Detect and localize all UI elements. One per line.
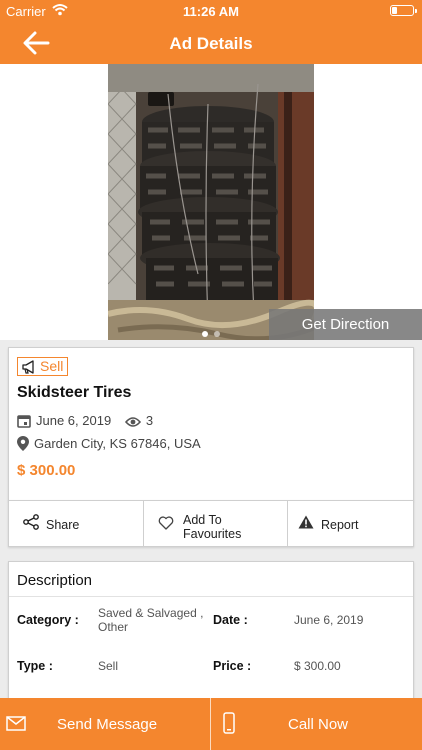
image-gallery[interactable]: Get Direction: [0, 64, 422, 340]
view-count: 3: [145, 413, 154, 428]
description-title: Description: [17, 572, 93, 589]
app-header: Carrier 11:26 AM Ad Details: [0, 0, 422, 64]
ad-title: Skidsteer Tires: [17, 384, 132, 401]
category-label: Category :: [17, 613, 79, 627]
envelope-icon: [6, 716, 26, 731]
price-value: $ 300.00: [294, 659, 341, 673]
phone-icon: [223, 712, 235, 734]
report-label: Report: [321, 518, 359, 532]
share-button[interactable]: Share: [9, 501, 144, 546]
date-row: June 6, 2019 3: [17, 413, 153, 428]
ad-info-card: Sell Skidsteer Tires June 6, 2019 3 Gard…: [8, 347, 414, 501]
ad-type-label: Sell: [40, 358, 64, 374]
report-button[interactable]: Report: [288, 501, 413, 546]
action-bar: Share Add To Favourites Report: [8, 500, 414, 547]
share-icon: [23, 514, 39, 530]
add-to-favourites-button[interactable]: Add To Favourites: [144, 501, 288, 546]
get-direction-button[interactable]: Get Direction: [269, 309, 422, 340]
category-value: Saved & Salvaged , Other: [98, 606, 204, 634]
ad-type-badge: Sell: [17, 357, 69, 376]
bottom-action-bar: Send Message Call Now: [0, 698, 422, 750]
gallery-dot[interactable]: [202, 331, 208, 337]
megaphone-icon: [22, 360, 34, 374]
type-label: Type :: [17, 659, 53, 673]
posted-date: June 6, 2019: [36, 413, 112, 428]
warning-icon: [298, 515, 314, 529]
gallery-dot[interactable]: [214, 331, 220, 337]
favourites-label: Add To Favourites: [183, 513, 242, 541]
location-pin-icon: [17, 436, 29, 451]
send-message-button[interactable]: Send Message: [0, 698, 210, 750]
heart-icon: [158, 516, 174, 530]
date-value: June 6, 2019: [294, 613, 364, 627]
ad-photo: [108, 64, 314, 340]
ad-location: Garden City, KS 67846, USA: [34, 436, 201, 451]
calendar-icon: [17, 415, 31, 428]
status-bar: Carrier 11:26 AM: [0, 0, 422, 22]
call-now-button[interactable]: Call Now: [211, 698, 422, 750]
location-row: Garden City, KS 67846, USA: [17, 436, 201, 451]
page-title: Ad Details: [169, 34, 253, 53]
date-label: Date :: [213, 613, 248, 627]
price-label: Price :: [213, 659, 252, 673]
send-message-label: Send Message: [57, 716, 158, 733]
share-label: Share: [46, 518, 80, 532]
description-card: Description Category : Saved & Salvaged …: [8, 561, 414, 711]
clock: 11:26 AM: [183, 4, 239, 19]
eye-icon: [124, 417, 141, 427]
ad-price: $ 300.00: [17, 462, 76, 479]
divider: [9, 596, 413, 597]
battery-icon: [390, 5, 417, 16]
call-now-label: Call Now: [288, 716, 349, 733]
type-value: Sell: [98, 659, 119, 673]
